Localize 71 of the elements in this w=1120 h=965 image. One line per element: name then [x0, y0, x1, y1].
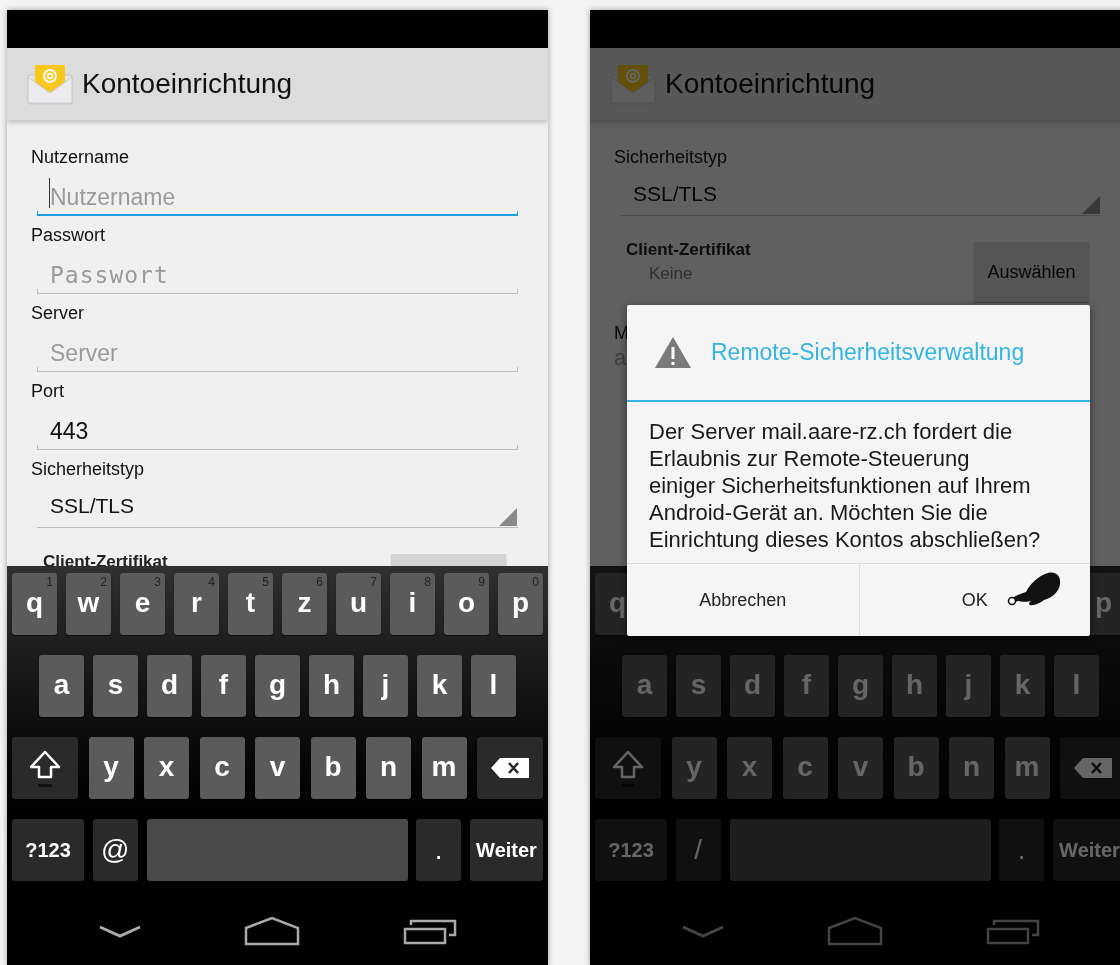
key-hint: 4 [208, 574, 215, 591]
field-label: Sicherheitstyp [613, 146, 729, 168]
dropdown-field[interactable]: SSL/TLS [37, 480, 518, 528]
key-hint: 3 [154, 574, 161, 591]
input-field[interactable]: Nutzername [37, 168, 518, 216]
keyboard-key[interactable]: @ [92, 819, 138, 881]
field-label: Port [30, 380, 65, 402]
backspace-key[interactable] [477, 737, 543, 799]
home-icon [244, 915, 301, 946]
keyboard-key[interactable]: n [366, 737, 411, 799]
backspace-icon [490, 757, 530, 779]
input-field[interactable]: Server [37, 324, 518, 372]
keyboard-key[interactable]: h [309, 655, 354, 717]
home-button[interactable] [244, 915, 301, 946]
field-label: Server [30, 302, 85, 324]
key-hint: 5 [262, 574, 269, 591]
dialog-message: Der Server mail.aare-rz.ch fordert die Erlaubnis zur Remote-Steuerung einiger Sicherheitsfunktionen auf Ihrem Android-Gerät an. Möchten Sie die Einrichtung dieses Kontos abschließen? [648, 418, 1042, 554]
field-label: Nutzername [30, 146, 131, 168]
key-hint: 1 [46, 574, 53, 591]
app-title: Kontoeinrichtung [665, 67, 876, 101]
dialog-button[interactable]: OK [858, 564, 1090, 636]
backspace-icon [1073, 757, 1113, 779]
keyboard-key[interactable]: i 8 [390, 573, 435, 635]
key-hint: 8 [424, 574, 431, 591]
dropdown-triangle-icon [499, 508, 517, 526]
keyboard-key[interactable]: o 9 [444, 573, 489, 635]
warning-icon [654, 336, 692, 369]
symbols-key[interactable]: ?123 [12, 819, 84, 881]
keyboard-key[interactable]: f [201, 655, 246, 717]
keyboard-key[interactable]: u 7 [336, 573, 381, 635]
keyboard-key[interactable]: z 6 [282, 573, 327, 635]
password-field[interactable]: Passwort [37, 246, 518, 294]
key-hint: 6 [316, 574, 323, 591]
keyboard-key[interactable]: e 3 [120, 573, 165, 635]
keyboard-key[interactable]: d [147, 655, 192, 717]
shift-arrow-icon [28, 748, 62, 788]
next-key[interactable]: Weiter [470, 819, 543, 881]
keyboard-key[interactable]: w 2 [66, 573, 111, 635]
shift-key[interactable] [12, 737, 78, 799]
keyboard-key[interactable]: m [421, 737, 467, 799]
keyboard-key[interactable]: g [255, 655, 300, 717]
field-label: Sicherheitstyp [30, 458, 146, 480]
field-label: Passwort [30, 224, 107, 246]
shift-arrow-icon [611, 748, 645, 788]
keyboard-key[interactable]: s [93, 655, 138, 717]
keyboard-key[interactable]: . [416, 819, 462, 881]
key-hint: 7 [370, 574, 377, 591]
keyboard-key[interactable]: c [199, 737, 245, 799]
keyboard-key[interactable]: a [39, 655, 84, 717]
keyboard-key[interactable]: p 0 [498, 573, 543, 635]
text-cursor [49, 178, 50, 208]
keyboard-key[interactable]: k [417, 655, 462, 717]
key-hint: 9 [478, 574, 485, 591]
keyboard-key[interactable]: b [310, 737, 356, 799]
home-icon [827, 915, 884, 946]
keyboard-key[interactable]: x [144, 737, 189, 799]
keyboard-key[interactable]: l [471, 655, 516, 717]
keyboard-key[interactable]: y [88, 737, 134, 799]
dropdown-triangle-icon [1082, 196, 1100, 214]
keyboard-key[interactable]: q 1 [12, 573, 57, 635]
keyboard-key[interactable]: j [363, 655, 408, 717]
key-hint: 0 [532, 574, 539, 591]
certificate-label: Client-Zertifikat [626, 240, 751, 260]
mail-envelope-icon [26, 63, 74, 105]
app-title: Kontoeinrichtung [82, 67, 293, 101]
keyboard-key[interactable]: v [255, 737, 300, 799]
keyboard-key[interactable]: r 4 [174, 573, 219, 635]
dialog-title: Remote-Sicherheitsverwaltung [711, 338, 1025, 368]
keyboard-key[interactable]: t 5 [228, 573, 273, 635]
input-field[interactable]: 443 [37, 402, 518, 450]
key-hint: 2 [100, 574, 107, 591]
